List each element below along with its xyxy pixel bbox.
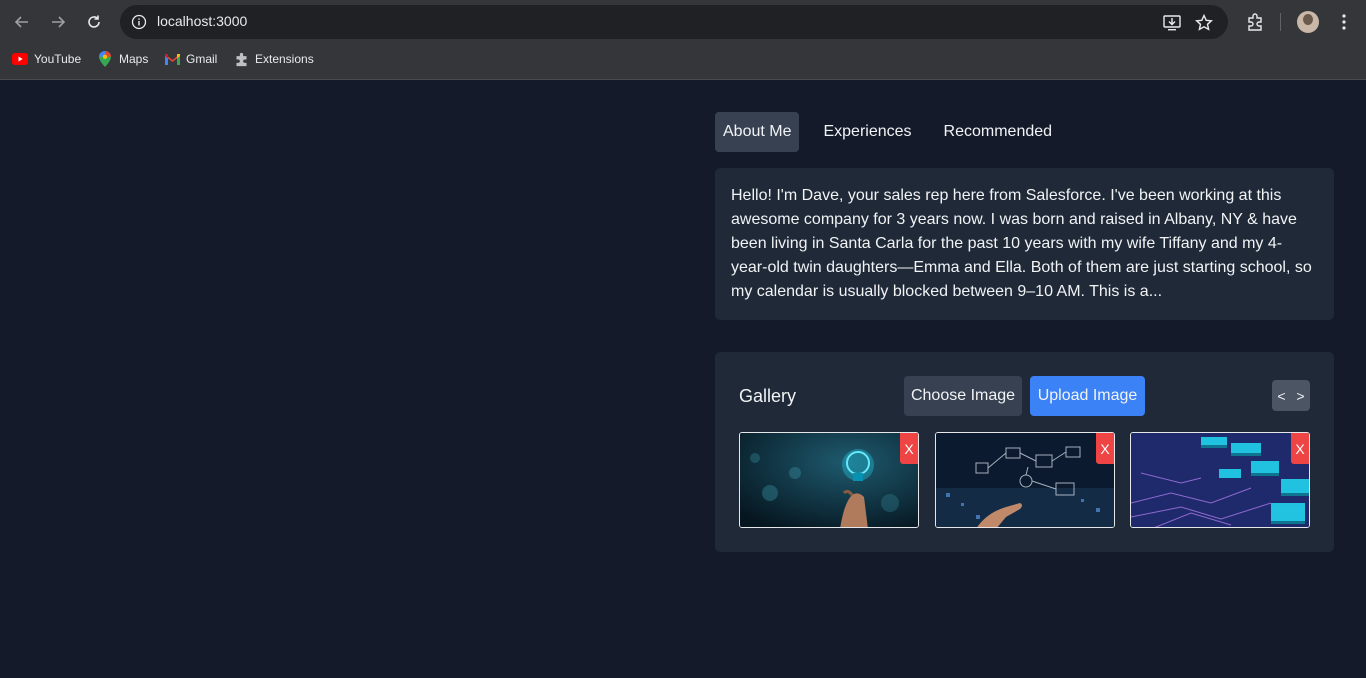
- menu-kebab-icon[interactable]: [1332, 10, 1356, 34]
- browser-chrome: localhost:3000 YouTube Maps Gmail Extens…: [0, 0, 1366, 80]
- gmail-icon: [164, 51, 180, 67]
- gallery-image[interactable]: X: [1130, 432, 1310, 528]
- back-icon[interactable]: [9, 9, 35, 35]
- bookmark-youtube[interactable]: YouTube: [12, 50, 81, 68]
- bookmark-gmail[interactable]: Gmail: [164, 50, 217, 68]
- bookmark-extensions[interactable]: Extensions: [233, 50, 314, 68]
- bookmark-maps[interactable]: Maps: [97, 50, 148, 68]
- gallery-image[interactable]: X: [739, 432, 919, 528]
- gallery-title: Gallery: [739, 386, 797, 406]
- maps-icon: [97, 51, 113, 67]
- bookmarks-bar: YouTube Maps Gmail Extensions: [0, 48, 1366, 70]
- tab-experiences[interactable]: Experiences: [815, 112, 919, 152]
- delete-image-button[interactable]: X: [1291, 433, 1309, 464]
- page-content: About Me Experiences Recommended Hello! …: [0, 81, 1366, 678]
- address-bar[interactable]: localhost:3000: [120, 5, 1228, 39]
- gallery-image[interactable]: X: [935, 432, 1115, 528]
- youtube-icon: [12, 51, 28, 67]
- install-app-icon[interactable]: [1161, 12, 1183, 34]
- about-me-card: Hello! I'm Dave, your sales rep here fro…: [715, 168, 1334, 320]
- site-info-icon[interactable]: [128, 11, 150, 33]
- bookmark-star-icon[interactable]: [1193, 12, 1215, 34]
- gallery-card: Gallery Choose Image Upload Image < > X …: [715, 352, 1334, 552]
- gallery-prev-button[interactable]: <: [1272, 380, 1291, 411]
- bookmark-label: Gmail: [186, 52, 218, 66]
- choose-image-button[interactable]: Choose Image: [904, 376, 1022, 416]
- bookmark-label: Extensions: [255, 52, 314, 66]
- reload-icon[interactable]: [81, 9, 107, 35]
- browser-toolbar: localhost:3000: [0, 0, 1366, 44]
- url-text[interactable]: localhost:3000: [157, 13, 247, 29]
- gallery-next-button[interactable]: >: [1291, 380, 1310, 411]
- bookmark-label: Maps: [119, 52, 149, 66]
- extensions-icon[interactable]: [1243, 10, 1267, 34]
- profile-tabs: About Me Experiences Recommended: [715, 112, 1076, 152]
- forward-icon[interactable]: [45, 9, 71, 35]
- bookmark-label: YouTube: [34, 52, 82, 66]
- profile-avatar[interactable]: [1297, 11, 1319, 33]
- toolbar-separator: [1280, 13, 1281, 31]
- about-me-text: Hello! I'm Dave, your sales rep here fro…: [731, 187, 1312, 300]
- tab-recommended[interactable]: Recommended: [936, 112, 1061, 152]
- tab-about-me[interactable]: About Me: [715, 112, 800, 152]
- puzzle-icon: [233, 51, 249, 67]
- delete-image-button[interactable]: X: [900, 433, 918, 464]
- upload-image-button[interactable]: Upload Image: [1030, 376, 1145, 416]
- delete-image-button[interactable]: X: [1096, 433, 1114, 464]
